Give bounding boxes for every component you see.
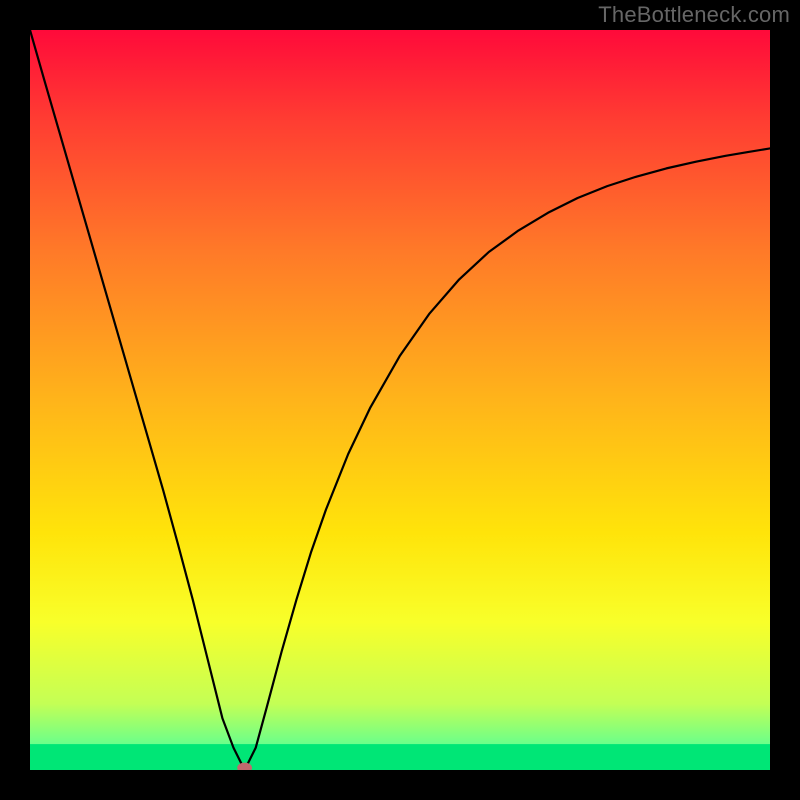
chart-frame: TheBottleneck.com xyxy=(0,0,800,800)
chart-svg xyxy=(30,30,770,770)
green-optimal-band xyxy=(30,744,770,770)
plot-area xyxy=(30,30,770,770)
watermark-text: TheBottleneck.com xyxy=(598,2,790,28)
heat-gradient-background xyxy=(30,30,770,770)
